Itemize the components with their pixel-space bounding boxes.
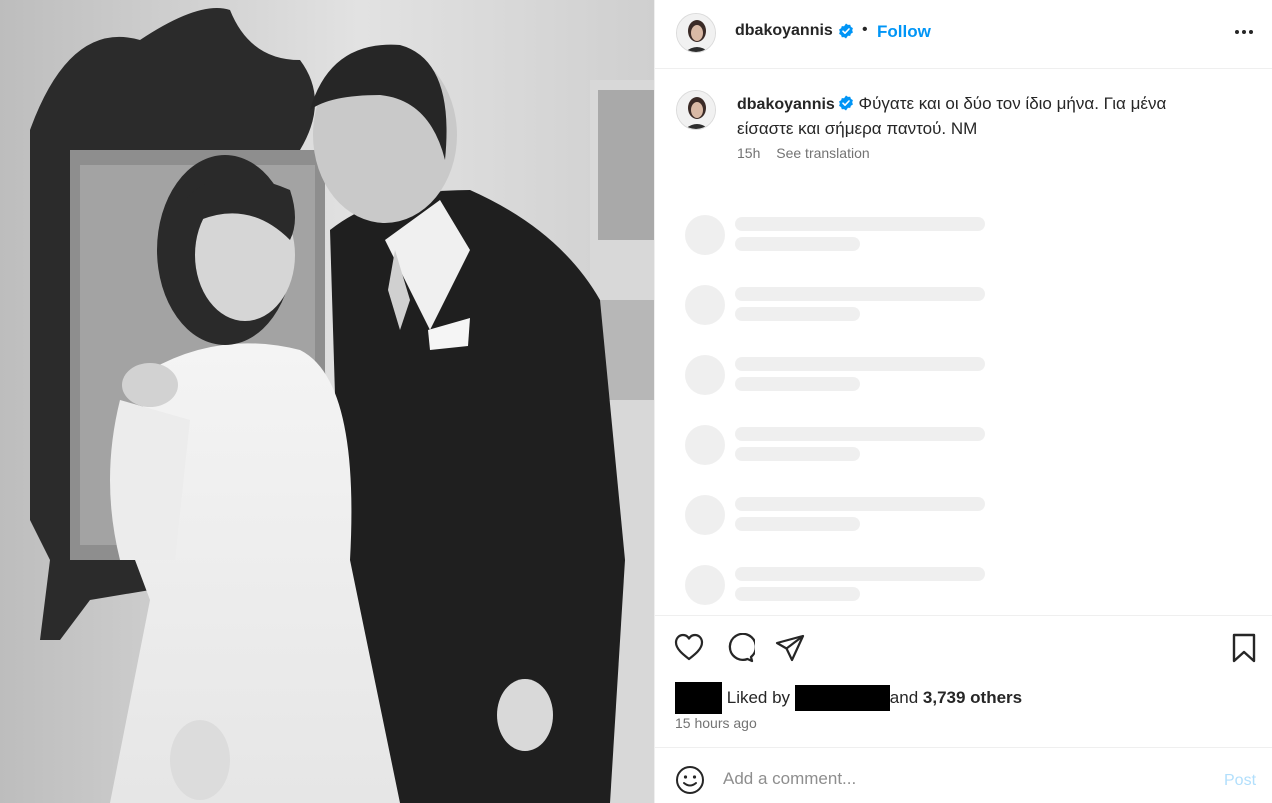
likes-prefix: Liked by bbox=[726, 688, 791, 707]
verified-icon bbox=[838, 23, 854, 44]
caption-body: dbakoyannis Φύγατε και οι δύο τον ίδιο μ… bbox=[737, 92, 1227, 140]
comment-button[interactable] bbox=[725, 632, 758, 666]
redacted-avatar bbox=[675, 682, 722, 714]
share-button[interactable] bbox=[775, 633, 805, 666]
post-header: dbakoyannis • Follow bbox=[655, 0, 1272, 69]
skeleton-line bbox=[735, 427, 985, 441]
follow-button[interactable]: Follow bbox=[877, 22, 931, 42]
save-button[interactable] bbox=[1231, 633, 1257, 666]
see-translation-link[interactable]: See translation bbox=[776, 145, 869, 161]
caption-author-avatar[interactable] bbox=[676, 90, 716, 130]
likes-summary: Liked by and 3,739 others bbox=[675, 682, 1022, 714]
skeleton-line bbox=[735, 237, 860, 251]
likes-and: and bbox=[889, 688, 919, 707]
more-icon bbox=[1235, 30, 1253, 34]
comment-bar: Post bbox=[655, 747, 1272, 803]
skeleton-avatar bbox=[685, 355, 725, 395]
caption-username[interactable]: dbakoyannis bbox=[737, 96, 835, 113]
skeleton-line bbox=[735, 587, 860, 601]
emoji-icon bbox=[676, 766, 704, 794]
skeleton-avatar bbox=[685, 425, 725, 465]
post-photo[interactable] bbox=[0, 0, 654, 803]
avatar-image bbox=[677, 14, 715, 52]
skeleton-avatar bbox=[685, 495, 725, 535]
skeleton-line bbox=[735, 357, 985, 371]
redacted-username bbox=[794, 685, 890, 711]
emoji-button[interactable] bbox=[675, 765, 705, 798]
post-photo-image bbox=[0, 0, 654, 803]
like-button[interactable] bbox=[674, 633, 704, 664]
comment-icon bbox=[728, 632, 758, 663]
likes-others-link[interactable]: 3,739 others bbox=[923, 688, 1022, 707]
heart-icon bbox=[674, 633, 704, 661]
skeleton-line bbox=[735, 287, 985, 301]
share-icon bbox=[775, 634, 805, 662]
skeleton-line bbox=[735, 217, 985, 231]
skeleton-avatar bbox=[685, 565, 725, 605]
author-username[interactable]: dbakoyannis bbox=[735, 22, 833, 40]
verified-icon bbox=[838, 94, 854, 117]
skeleton-line bbox=[735, 307, 860, 321]
bookmark-icon bbox=[1232, 633, 1256, 663]
post-actions: Liked by and 3,739 others 15 hours ago bbox=[655, 615, 1272, 747]
skeleton-line bbox=[735, 517, 860, 531]
skeleton-line bbox=[735, 497, 985, 511]
skeleton-line bbox=[735, 567, 985, 581]
more-options-button[interactable] bbox=[1230, 20, 1258, 44]
post-time-ago[interactable]: 15 hours ago bbox=[675, 715, 757, 731]
author-avatar[interactable] bbox=[676, 13, 716, 53]
skeleton-line bbox=[735, 447, 860, 461]
separator-dot: • bbox=[862, 21, 868, 38]
avatar-image bbox=[677, 91, 715, 129]
comment-input[interactable] bbox=[723, 767, 1193, 791]
post-detail-panel: dbakoyannis • Follow dbakoyannis Φύγατε … bbox=[654, 0, 1272, 803]
post-comment-button[interactable]: Post bbox=[1224, 772, 1256, 790]
caption-time[interactable]: 15h bbox=[737, 145, 760, 161]
skeleton-line bbox=[735, 377, 860, 391]
skeleton-avatar bbox=[685, 285, 725, 325]
skeleton-avatar bbox=[685, 215, 725, 255]
caption-meta: 15h See translation bbox=[737, 145, 870, 161]
